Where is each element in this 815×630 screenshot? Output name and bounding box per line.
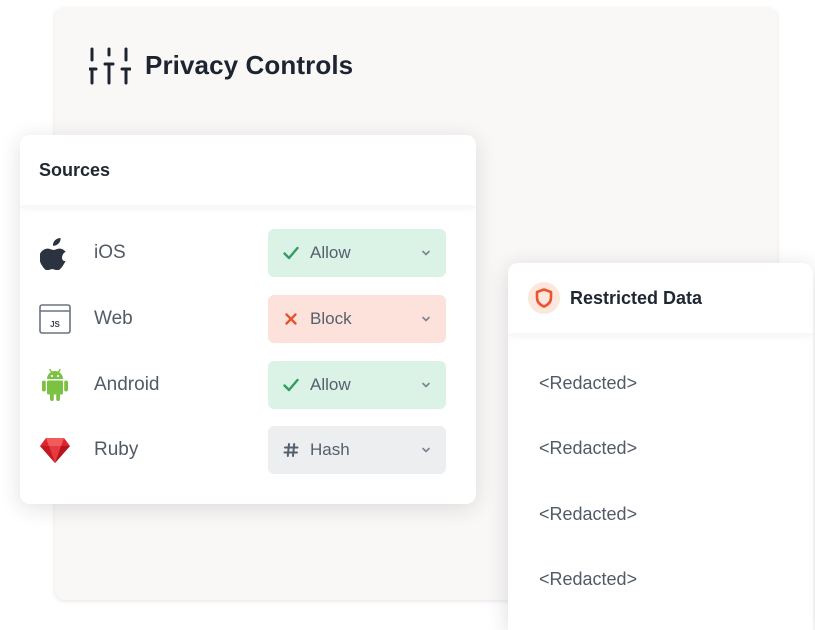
redacted-value: <Redacted> [539, 504, 638, 524]
x-icon [282, 310, 300, 328]
ruby-gem-icon [38, 432, 72, 468]
hash-dropdown[interactable]: Hash [268, 426, 446, 474]
source-name: Android [94, 374, 160, 395]
source-row-web: JS Web Block [20, 295, 476, 343]
check-icon [282, 244, 300, 262]
js-browser-icon: JS [38, 301, 72, 337]
android-icon [38, 367, 72, 403]
restricted-data-card: Restricted Data <Redacted> <Redacted> <R… [508, 263, 813, 630]
source-row-ios: iOS Allow [20, 229, 476, 277]
restricted-data-title: Restricted Data [570, 287, 703, 308]
redacted-value: <Redacted> [539, 569, 638, 589]
redacted-value: <Redacted> [539, 438, 638, 458]
source-row-android: Android Allow [20, 361, 476, 409]
block-dropdown[interactable]: Block [268, 295, 446, 343]
source-name: iOS [94, 242, 126, 263]
dropdown-value: Allow [310, 375, 351, 394]
page-title: Privacy Controls [145, 50, 354, 80]
dropdown-value: Allow [310, 243, 351, 262]
check-icon [282, 376, 300, 394]
source-name: Web [94, 308, 133, 329]
dropdown-value: Block [310, 309, 352, 328]
sources-card-title: Sources [20, 135, 476, 205]
sliders-icon [89, 47, 131, 85]
source-row-ruby: Ruby Hash [20, 426, 476, 474]
chevron-down-icon [422, 447, 430, 453]
chevron-down-icon [422, 316, 430, 322]
allow-dropdown[interactable]: Allow [268, 361, 446, 409]
chevron-down-icon [422, 382, 430, 388]
hash-icon [282, 441, 300, 459]
svg-text:JS: JS [50, 320, 60, 329]
apple-icon [38, 235, 72, 271]
allow-dropdown[interactable]: Allow [268, 229, 446, 277]
sources-card: Sources iOS Allow JS Web Block Android A… [20, 135, 476, 504]
source-name: Ruby [94, 439, 139, 460]
dropdown-value: Hash [310, 440, 350, 459]
chevron-down-icon [422, 250, 430, 256]
redacted-value: <Redacted> [539, 373, 638, 393]
restricted-data-header: Restricted Data [508, 263, 813, 333]
shield-icon [528, 282, 560, 314]
